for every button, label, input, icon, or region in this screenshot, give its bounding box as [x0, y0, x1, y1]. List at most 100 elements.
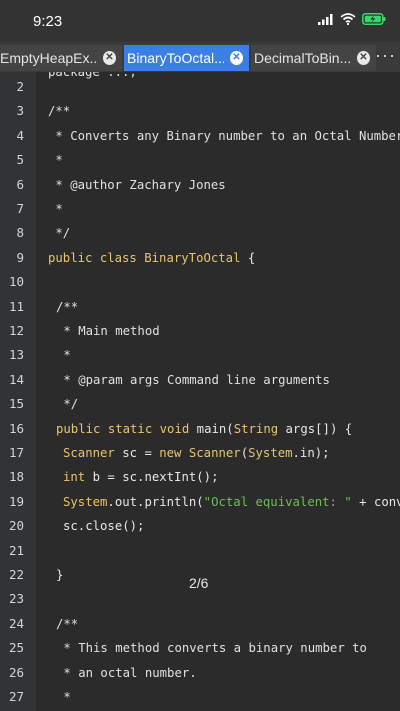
code-token: */: [56, 397, 79, 412]
close-icon[interactable]: ✕: [102, 51, 116, 65]
line-number: 2: [16, 79, 24, 94]
status-icons: [318, 13, 386, 25]
code-token: int: [63, 470, 93, 485]
code-token: {: [240, 250, 256, 265]
line-number: 7: [16, 201, 24, 216]
code-token: /**: [56, 616, 79, 631]
page-indicator: 2/6: [189, 575, 209, 591]
code-token: (: [240, 446, 249, 460]
line-number: 4: [16, 127, 24, 143]
code-line: * This method converts a binary number t…: [56, 636, 400, 660]
code-token: *: [48, 153, 63, 168]
code-line: */: [56, 392, 400, 416]
code-token: sc.close();: [63, 519, 145, 534]
code-line: *: [48, 148, 400, 172]
code-token: * @author Zachary Jones: [48, 177, 226, 192]
code-line: }: [56, 563, 400, 587]
code-token: /**: [56, 299, 79, 314]
code-token: * Main method: [56, 324, 160, 338]
code-token: * Converts any Binary number to an Octal…: [48, 128, 400, 143]
code-token: b = sc.nextInt();: [92, 470, 219, 485]
line-number-gutter: 2 3 4 5 6 7 8 9 10 11 12 13 14 15 16 17 18 19 20 21 22 23 24 25…: [0, 72, 36, 711]
line-number: 3: [16, 103, 24, 119]
code-token: public class: [48, 250, 145, 265]
tab-label: BinaryToOctal...: [127, 50, 224, 66]
line-number: 8: [16, 225, 24, 241]
line-number: 14: [8, 371, 24, 387]
close-icon[interactable]: ✕: [356, 51, 370, 65]
code-token: + convertBinaryToOctal(b));: [359, 494, 400, 509]
line-number: 5: [16, 152, 24, 168]
code-line: /**: [48, 99, 400, 123]
code-line: Scanner sc = new Scanner(System.in);: [63, 441, 400, 465]
line-number: 19: [8, 493, 24, 509]
code-line: public class BinaryToOctal {: [48, 246, 400, 270]
tab-strip: EmptyHeapEx... ✕ BinaryToOctal... ✕ Deci…: [0, 42, 400, 72]
code-token: .out.println(: [107, 494, 204, 509]
code-editor[interactable]: 2 3 4 5 6 7 8 9 10 11 12 13 14 15 16 17 18 19 20 21 22 23 24 25…: [0, 72, 400, 711]
code-token: "Octal equivalent: ": [203, 494, 352, 509]
code-line: /**: [56, 612, 400, 636]
tab-label: EmptyHeapEx...: [0, 50, 97, 66]
line-number: 18: [8, 469, 24, 485]
code-token: new: [159, 446, 189, 460]
code-line: int b = sc.nextInt();: [63, 465, 400, 489]
line-number: 26: [8, 664, 24, 680]
code-token: System: [248, 446, 293, 460]
line-number: 13: [8, 347, 24, 363]
tab-binarytooctal[interactable]: BinaryToOctal... ✕: [124, 45, 249, 71]
tab-decimaltobinary[interactable]: DecimalToBin... ✕: [251, 45, 376, 71]
code-token: * an octal number.: [56, 665, 197, 680]
code-line: * @author Zachary Jones: [48, 173, 400, 197]
close-icon[interactable]: ✕: [229, 51, 243, 65]
code-line: *: [56, 685, 400, 709]
tab-emptyheapexception[interactable]: EmptyHeapEx... ✕: [0, 45, 122, 71]
line-number: 25: [8, 640, 24, 656]
line-number: 15: [8, 396, 24, 412]
code-line: * an octal number.: [56, 661, 400, 685]
code-token: .in);: [292, 446, 330, 460]
code-line: public static void main(String args[]) {: [56, 417, 400, 441]
more-tabs-icon[interactable]: ···: [375, 45, 396, 66]
wifi-icon: [340, 13, 356, 25]
code-area[interactable]: package ...; /** * Converts any Binary n…: [36, 72, 400, 711]
code-token: *: [56, 348, 71, 363]
code-token: sc =: [114, 446, 160, 460]
code-token: String: [233, 421, 279, 436]
line-number: 10: [8, 274, 24, 290]
line-number: 21: [8, 542, 24, 558]
code-token: Scanner: [188, 446, 241, 460]
code-token: *: [56, 690, 71, 704]
line-number: 16: [8, 420, 24, 436]
signal-icon: [318, 13, 334, 25]
code-token: *: [48, 202, 63, 216]
code-token: Scanner: [63, 446, 115, 460]
code-token: }: [56, 568, 64, 582]
code-token: * This method converts a binary number t…: [56, 641, 367, 656]
code-line: * Main method: [56, 319, 400, 343]
code-token: args[]) {: [278, 421, 353, 436]
line-number: 23: [8, 591, 24, 607]
code-token: */: [48, 226, 71, 241]
code-token: BinaryToOctal: [144, 250, 241, 265]
tab-label: DecimalToBin...: [254, 50, 351, 66]
code-line: * @param args Command line arguments: [56, 368, 400, 392]
code-token: /**: [48, 104, 71, 119]
code-line: /**: [56, 295, 400, 319]
line-number: 20: [8, 518, 24, 534]
status-time: 9:23: [33, 13, 63, 30]
battery-icon: [362, 13, 386, 25]
line-number: 9: [16, 249, 24, 265]
code-line: */: [48, 221, 400, 245]
code-token: System: [63, 494, 108, 509]
code-line: *: [48, 197, 400, 221]
code-line: System.out.println("Octal equivalent: " …: [63, 490, 400, 514]
code-token: public static void: [56, 421, 197, 436]
line-number: 17: [8, 445, 24, 460]
code-token: main(: [196, 421, 234, 436]
line-number: 24: [8, 615, 24, 631]
line-number: 11: [8, 298, 24, 314]
